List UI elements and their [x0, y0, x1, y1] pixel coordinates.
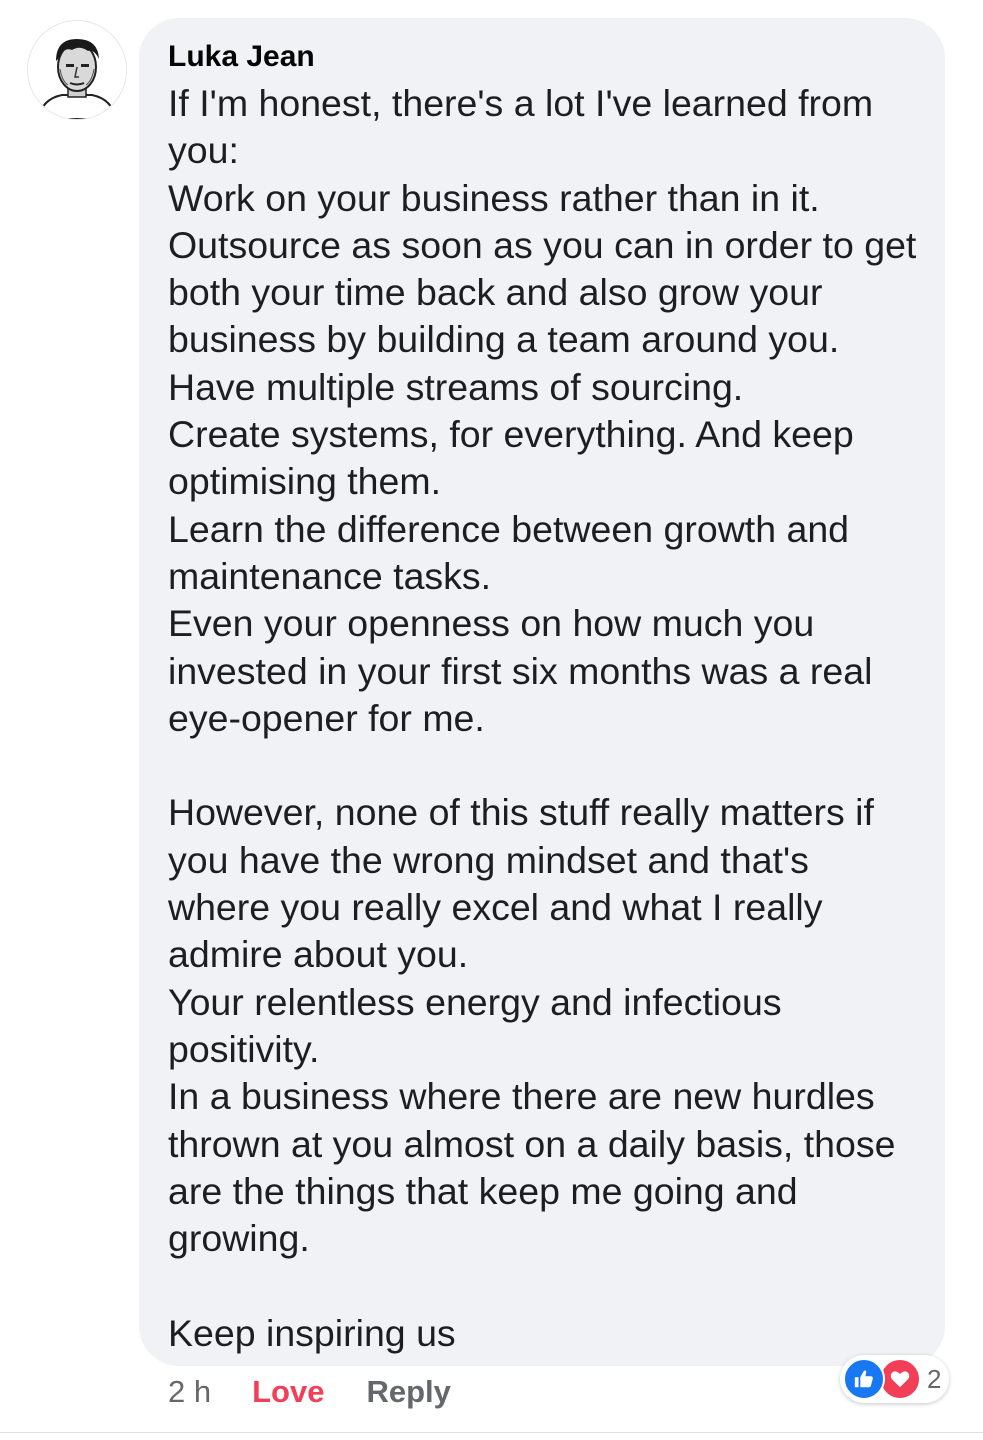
avatar[interactable]: [27, 20, 127, 120]
comment-spacer: ​: [168, 742, 919, 789]
comment-spacer: ​: [168, 1262, 919, 1309]
love-button[interactable]: Love: [252, 1374, 324, 1410]
like-icon: [843, 1358, 885, 1400]
comment-paragraph: Keep inspiring us: [168, 1311, 456, 1354]
comment-author[interactable]: Luka Jean: [168, 38, 919, 76]
comment-paragraph: However, none of this stuff really matte…: [168, 791, 896, 1260]
reaction-count: 2: [927, 1363, 942, 1394]
heart-icon: [879, 1358, 921, 1400]
reply-button[interactable]: Reply: [366, 1374, 450, 1410]
comment-actions: 2 h Love Reply: [168, 1370, 451, 1414]
comment-paragraph: If I'm honest, there's a lot I've learne…: [168, 82, 917, 739]
comment-timestamp[interactable]: 2 h: [168, 1374, 211, 1410]
reaction-summary[interactable]: 2: [840, 1355, 950, 1403]
comment-bubble: Luka Jean If I'm honest, there's a lot I…: [139, 18, 945, 1366]
divider: [0, 1432, 983, 1433]
comment-body: If I'm honest, there's a lot I've learne…: [168, 80, 919, 1357]
